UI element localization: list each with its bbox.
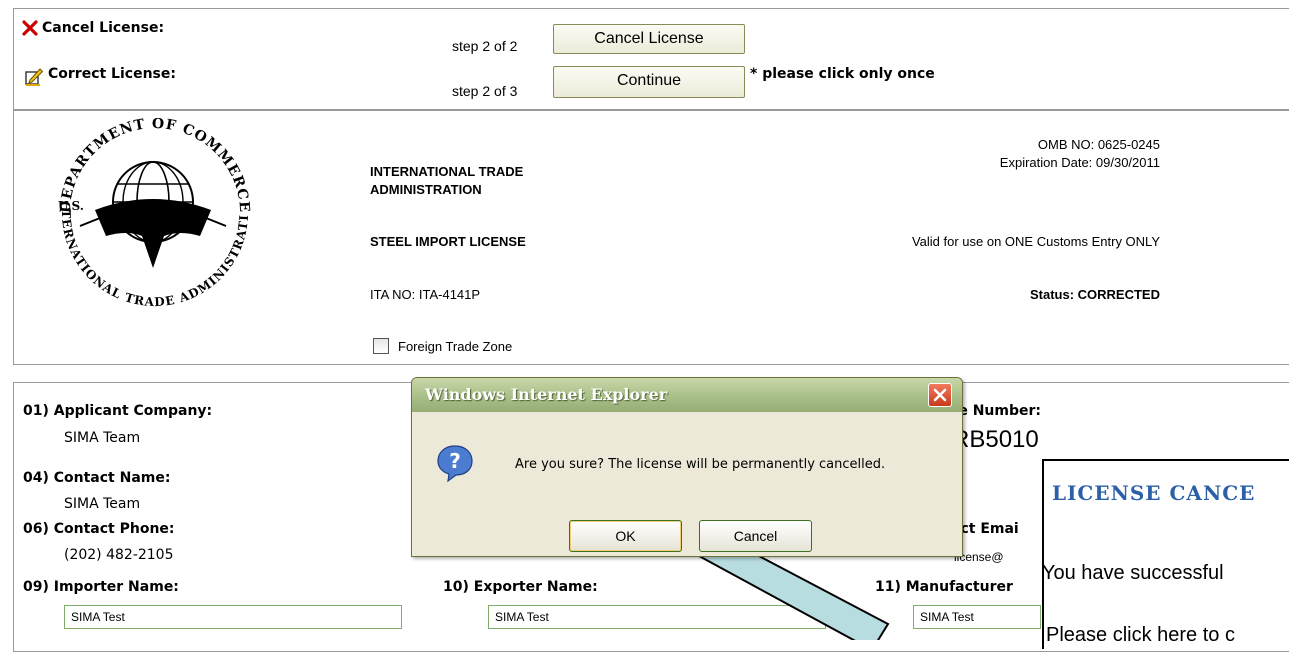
ita-number: ITA NO: ITA-4141P: [370, 287, 481, 302]
dialog-ok-button[interactable]: OK: [569, 520, 682, 552]
exporter-name-label: 10) Exporter Name:: [443, 579, 598, 595]
cancel-x-icon: [22, 20, 38, 36]
contact-name-value: SIMA Team: [64, 496, 141, 512]
svg-text:?: ?: [449, 449, 461, 473]
contact-phone-value: (202) 482-2105: [64, 547, 174, 563]
manufacturer-field[interactable]: SIMA Test: [913, 605, 1041, 629]
importer-name-field[interactable]: SIMA Test: [64, 605, 402, 629]
omb-number: OMB NO: 0625-0245: [1037, 137, 1160, 152]
dialog-cancel-button[interactable]: Cancel: [699, 520, 812, 552]
commerce-seal-logo: DEPARTMENT OF COMMERCE INTERNATIONAL TRA…: [34, 107, 270, 309]
cancel-license-button[interactable]: Cancel License: [553, 24, 745, 54]
dialog-title: Windows Internet Explorer: [425, 385, 668, 404]
dialog-titlebar: Windows Internet Explorer: [412, 378, 962, 412]
contact-phone-label: 06) Contact Phone:: [23, 521, 175, 537]
license-number-value: RB5010: [952, 426, 1039, 453]
manufacturer-label: 11) Manufacturer: [875, 579, 1013, 595]
agency-line2: ADMINISTRATION: [370, 182, 482, 197]
edit-pencil-icon: [24, 66, 44, 86]
cancelled-overlay-panel: LICENSE CANCE You have successful Please…: [1042, 459, 1289, 649]
cancelled-heading: LICENSE CANCE: [1052, 481, 1256, 505]
question-icon: ?: [436, 444, 474, 483]
contact-name-label: 04) Contact Name:: [23, 470, 171, 486]
foreign-trade-zone-checkbox[interactable]: [373, 338, 389, 354]
license-number-label: se Number:: [950, 403, 1041, 419]
cancel-license-label: Cancel License:: [42, 20, 165, 36]
cancelled-click-here-text[interactable]: Please click here to c: [1046, 624, 1235, 647]
cancelled-success-text: You have successful: [1042, 562, 1224, 584]
applicant-company-value: SIMA Team: [64, 430, 141, 446]
license-title: STEEL IMPORT LICENSE: [370, 234, 526, 249]
correct-step-label: step 2 of 3: [452, 83, 518, 99]
expiration-date: Expiration Date: 09/30/2011: [999, 155, 1160, 170]
dialog-message: Are you sure? The license will be perman…: [515, 457, 886, 472]
validity-note: Valid for use on ONE Customs Entry ONLY: [911, 234, 1160, 249]
foreign-trade-zone-label: Foreign Trade Zone: [398, 339, 513, 354]
confirm-dialog: Windows Internet Explorer ? Are you sure…: [411, 377, 963, 557]
close-icon: [933, 388, 947, 402]
svg-text:U.S.: U.S.: [58, 199, 84, 213]
continue-button[interactable]: Continue: [553, 66, 745, 98]
license-status: Status: CORRECTED: [1029, 287, 1160, 302]
dialog-close-button[interactable]: [928, 383, 952, 407]
cancel-step-label: step 2 of 2: [452, 38, 518, 54]
importer-name-label: 09) Importer Name:: [23, 579, 179, 595]
click-once-note: * please click only once: [750, 66, 935, 82]
applicant-company-label: 01) Applicant Company:: [23, 403, 213, 419]
agency-line1: INTERNATIONAL TRADE: [370, 164, 524, 179]
correct-license-label: Correct License:: [48, 66, 176, 82]
